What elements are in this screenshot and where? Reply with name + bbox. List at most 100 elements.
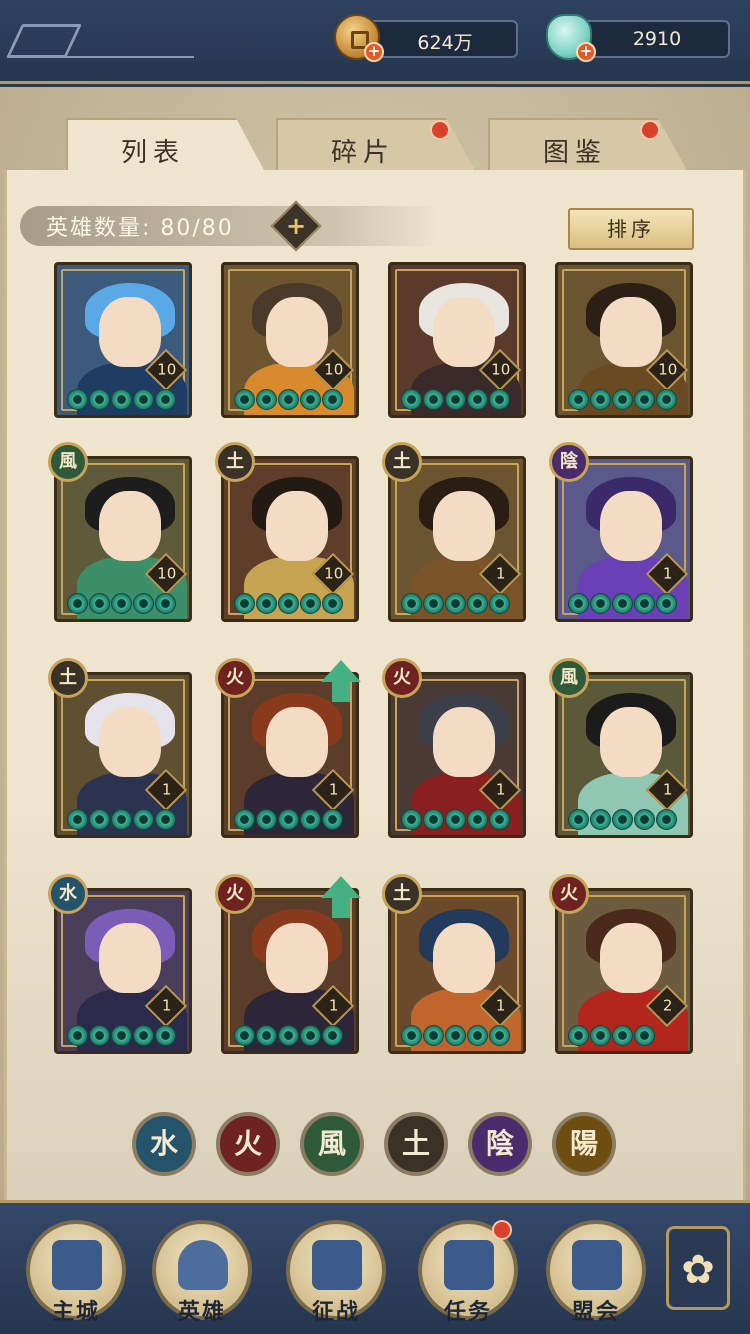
- hero-star-row: [568, 809, 677, 831]
- star-icon: [401, 593, 422, 614]
- star-icon: [256, 389, 277, 410]
- hero-level: 10: [157, 360, 177, 379]
- hero-card[interactable]: 1: [54, 888, 192, 1054]
- yin-filter[interactable]: 陰: [468, 1112, 532, 1176]
- fire-filter[interactable]: 火: [216, 1112, 280, 1176]
- star-icon: [111, 593, 132, 614]
- fragments-notification-dot: [430, 120, 450, 140]
- star-icon: [445, 1025, 466, 1046]
- hero-star-row: [67, 809, 176, 831]
- star-icon: [300, 1025, 321, 1046]
- tab-list-label: 列表: [120, 138, 185, 168]
- hero-face: [266, 707, 328, 777]
- star-icon: [133, 809, 154, 830]
- hero-star-row: [401, 809, 510, 831]
- hero-level: 1: [495, 780, 506, 799]
- hero-level: 1: [161, 780, 172, 799]
- hero-card[interactable]: 1: [388, 456, 526, 622]
- star-icon: [467, 389, 488, 410]
- hero-card[interactable]: 10: [388, 262, 526, 418]
- hero-face: [99, 491, 161, 561]
- hero-card[interactable]: 10: [221, 456, 359, 622]
- tab-codex-label: 图鉴: [542, 138, 607, 168]
- sort-button[interactable]: 排序: [568, 208, 694, 250]
- nav-campaign[interactable]: 征战: [286, 1220, 386, 1325]
- hero-face: [266, 491, 328, 561]
- add-gems-button[interactable]: +: [576, 42, 596, 62]
- hero-element-badge: 土: [382, 874, 422, 914]
- star-icon: [67, 389, 88, 410]
- hero-count-label: 英雄数量: 80/80: [46, 216, 234, 241]
- hero-star-row: [401, 1025, 510, 1047]
- star-icon: [322, 1025, 343, 1046]
- star-icon: [256, 809, 277, 830]
- nav-heroes[interactable]: 英雄: [152, 1220, 252, 1325]
- star-icon: [111, 809, 132, 830]
- hero-level: 10: [491, 360, 511, 379]
- star-icon: [445, 593, 466, 614]
- hero-element-badge: 風: [48, 442, 88, 482]
- star-icon: [568, 1025, 589, 1046]
- flower-menu-icon: ✿: [681, 1247, 715, 1293]
- star-icon: [155, 1025, 176, 1046]
- star-icon: [489, 593, 510, 614]
- heroes-icon: [178, 1240, 228, 1290]
- more-menu-button[interactable]: ✿: [666, 1226, 730, 1310]
- hero-card[interactable]: 10: [54, 262, 192, 418]
- logo-underline: [14, 56, 194, 58]
- star-icon: [155, 389, 176, 410]
- earth-filter[interactable]: 土: [384, 1112, 448, 1176]
- quests-notification-dot: [492, 1220, 512, 1240]
- star-icon: [590, 389, 611, 410]
- hero-card[interactable]: 1: [555, 672, 693, 838]
- hero-element-badge: 火: [215, 658, 255, 698]
- hero-card[interactable]: 10: [555, 262, 693, 418]
- star-icon: [401, 1025, 422, 1046]
- star-icon: [300, 389, 321, 410]
- add-coins-button[interactable]: +: [364, 42, 384, 62]
- wind-filter[interactable]: 風: [300, 1112, 364, 1176]
- hero-level: 1: [328, 996, 339, 1015]
- nav-guild[interactable]: 盟会: [546, 1220, 646, 1325]
- hero-card[interactable]: 10: [54, 456, 192, 622]
- nav-label: 征战: [311, 1300, 360, 1325]
- hero-card[interactable]: 1: [54, 672, 192, 838]
- star-icon: [155, 809, 176, 830]
- hero-grid: 10 10 10 10 10 風 10 土 1 土 1 陰 1 土 1 火 1 火 1 風 1 水 1 火 1 土 2 火: [48, 262, 708, 1082]
- star-icon: [67, 809, 88, 830]
- hero-star-row: [234, 809, 343, 831]
- star-icon: [656, 809, 677, 830]
- yang-filter[interactable]: 陽: [552, 1112, 616, 1176]
- star-icon: [489, 389, 510, 410]
- tab-list[interactable]: 列表: [66, 118, 266, 174]
- hero-card[interactable]: 2: [555, 888, 693, 1054]
- nav-main-city[interactable]: 主城: [26, 1220, 126, 1325]
- star-icon: [423, 389, 444, 410]
- star-icon: [634, 1025, 655, 1046]
- star-icon: [634, 809, 655, 830]
- gem-value: 2910: [632, 28, 682, 50]
- upgrade-arrow-icon: [321, 660, 361, 704]
- star-icon: [278, 389, 299, 410]
- water-filter[interactable]: 水: [132, 1112, 196, 1176]
- hero-card[interactable]: 10: [221, 262, 359, 418]
- hero-face: [99, 297, 161, 367]
- hero-face: [266, 297, 328, 367]
- hero-face: [433, 297, 495, 367]
- hero-element-badge: 火: [215, 874, 255, 914]
- hero-level: 1: [662, 564, 673, 583]
- star-icon: [489, 809, 510, 830]
- star-icon: [256, 593, 277, 614]
- hero-card[interactable]: 1: [388, 888, 526, 1054]
- star-icon: [612, 1025, 633, 1046]
- hero-star-row: [234, 593, 343, 615]
- star-icon: [590, 809, 611, 830]
- star-icon: [133, 389, 154, 410]
- hero-card[interactable]: 1: [388, 672, 526, 838]
- hero-face: [600, 491, 662, 561]
- hero-level: 2: [662, 996, 673, 1015]
- hero-element-badge: 風: [549, 658, 589, 698]
- star-icon: [278, 593, 299, 614]
- hero-card[interactable]: 1: [555, 456, 693, 622]
- codex-notification-dot: [640, 120, 660, 140]
